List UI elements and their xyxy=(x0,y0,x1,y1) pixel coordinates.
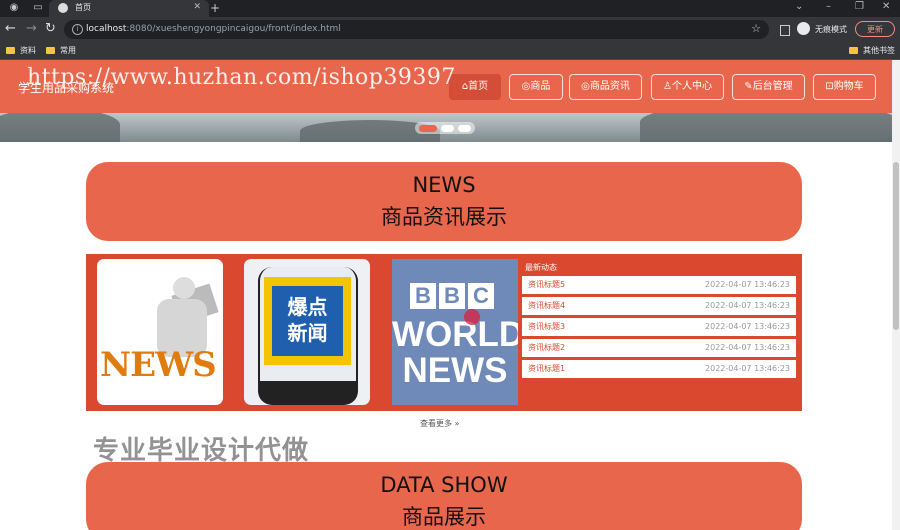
data-section-title: DATA SHOW 商品展示 xyxy=(86,462,802,530)
folder-icon xyxy=(6,47,15,54)
new-tab-icon[interactable]: + xyxy=(210,1,220,15)
page-scrollbar[interactable] xyxy=(892,60,900,530)
banner-rock xyxy=(0,108,120,142)
news-image-2[interactable]: 爆点 新闻 xyxy=(244,259,370,405)
incognito-label: 无痕模式 xyxy=(815,25,847,34)
nav-personal-center[interactable]: ♙个人中心 xyxy=(651,74,724,100)
world-text: WORLD xyxy=(392,315,518,354)
update-button[interactable]: 更新 xyxy=(855,21,895,37)
maximize-icon[interactable]: ❐ xyxy=(855,1,864,12)
folder-icon xyxy=(849,47,858,54)
phone-bottom xyxy=(258,381,358,405)
list-item[interactable]: 资讯标题2 2022-04-07 13:46:23 xyxy=(522,339,796,357)
carousel-indicators xyxy=(415,122,475,134)
incognito-avatar-icon[interactable] xyxy=(797,22,810,35)
address-bar[interactable]: i localhost:8080/xueshengyongpincaigou/f… xyxy=(64,20,769,39)
news-text: NEWS xyxy=(402,351,508,390)
mouse-cursor-indicator xyxy=(464,309,480,325)
scrollbar-thumb[interactable] xyxy=(893,162,899,330)
bookmark-folder-changyong[interactable]: 常用 xyxy=(46,45,76,56)
tab-title: 首页 xyxy=(75,3,91,12)
nav-products[interactable]: ◎商品 xyxy=(509,74,563,100)
news-title-zh: 商品资讯展示 xyxy=(381,205,507,229)
tab-list-icon[interactable]: ⌄ xyxy=(795,1,803,12)
other-bookmarks[interactable]: 其他书签 xyxy=(849,45,895,56)
hot-news-badge: 爆点 新闻 xyxy=(264,277,351,365)
browser-toolbar: ← → ↻ i localhost:8080/xueshengyongpinca… xyxy=(0,17,900,42)
browser-tab-bar: ◉ ▭ 首页 ✕ + ⌄ – ❐ ✕ xyxy=(0,0,900,17)
news-image-3[interactable]: BBC WORLD NEWS xyxy=(392,259,518,405)
close-window-icon[interactable]: ✕ xyxy=(882,1,890,12)
figure-head xyxy=(173,277,195,299)
list-item[interactable]: 资讯标题3 2022-04-07 13:46:23 xyxy=(522,318,796,336)
latest-news-heading: 最新动态 xyxy=(525,263,557,272)
minimize-icon[interactable]: – xyxy=(826,1,831,12)
data-title-zh: 商品展示 xyxy=(402,505,486,529)
news-title-en: NEWS xyxy=(412,173,476,197)
folder-icon xyxy=(46,47,55,54)
site-info-icon[interactable]: i xyxy=(72,24,83,35)
tab-close-icon[interactable]: ✕ xyxy=(193,2,201,12)
list-item[interactable]: 资讯标题5 2022-04-07 13:46:23 xyxy=(522,276,796,294)
news-panel: NEWS 爆点 新闻 BBC WORLD NEWS 最新动态 资讯标题5 2022-… xyxy=(86,254,802,411)
browser-tab[interactable]: 首页 ✕ xyxy=(49,0,209,17)
favicon-icon xyxy=(58,3,68,13)
side-panel-icon[interactable] xyxy=(780,25,790,36)
nav-home[interactable]: ⌂首页 xyxy=(449,74,501,100)
list-item[interactable]: 资讯标题1 2022-04-07 13:46:23 xyxy=(522,360,796,378)
nav-admin[interactable]: ✎后台管理 xyxy=(732,74,805,100)
page-viewport: 学生用品采购系统 ⌂首页 ◎商品 ◎商品资讯 ♙个人中心 ✎后台管理 ⊡购物车 … xyxy=(0,60,892,530)
news-section-title: NEWS 商品资讯展示 xyxy=(86,162,802,241)
carousel-dot-2[interactable] xyxy=(441,125,454,132)
news-image-text: NEWS xyxy=(100,345,217,385)
forward-icon[interactable]: → xyxy=(26,22,37,36)
tab-search-icon[interactable]: ▭ xyxy=(32,2,44,14)
nav-product-news[interactable]: ◎商品资讯 xyxy=(569,74,642,100)
bookmarks-bar: 资料 常用 其他书签 xyxy=(0,42,900,60)
bbc-logo: BBC xyxy=(410,283,497,309)
back-icon[interactable]: ← xyxy=(5,22,16,36)
view-more-link[interactable]: 查看更多 » xyxy=(420,418,459,429)
bookmark-folder-ziliao[interactable]: 资料 xyxy=(6,45,36,56)
nav-cart[interactable]: ⊡购物车 xyxy=(813,74,876,100)
url-text: localhost:8080/xueshengyongpincaigou/fro… xyxy=(86,24,341,34)
news-image-1[interactable]: NEWS xyxy=(97,259,223,405)
carousel-dot-1[interactable] xyxy=(419,125,437,132)
list-item[interactable]: 资讯标题4 2022-04-07 13:46:23 xyxy=(522,297,796,315)
latest-news-list: 最新动态 资讯标题5 2022-04-07 13:46:23 资讯标题4 2022-… xyxy=(522,262,796,381)
carousel-dot-3[interactable] xyxy=(458,125,471,132)
bookmark-star-icon[interactable]: ☆ xyxy=(751,22,761,35)
reload-icon[interactable]: ↻ xyxy=(45,22,56,36)
browser-menu-icon[interactable]: ◉ xyxy=(8,2,20,14)
watermark-text: https://www.huzhan.com/ishop39397 xyxy=(27,65,456,90)
data-title-en: DATA SHOW xyxy=(380,473,508,497)
